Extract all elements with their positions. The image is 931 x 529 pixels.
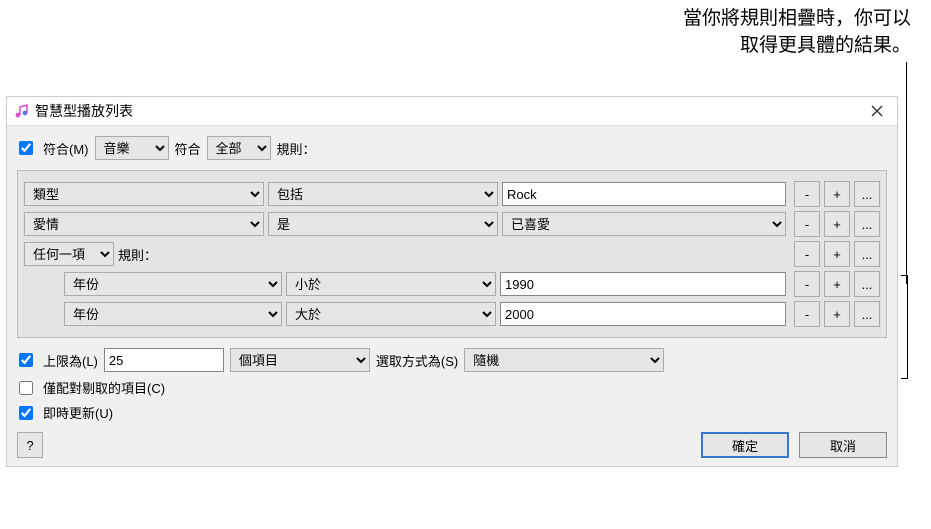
- rule-value-input[interactable]: [502, 182, 786, 206]
- match-middle-label: 符合: [175, 139, 201, 158]
- remove-rule-button[interactable]: -: [794, 241, 820, 267]
- rule-operator-select[interactable]: 小於: [286, 272, 496, 296]
- limit-value-input[interactable]: [104, 348, 224, 372]
- callout-vline: [906, 62, 907, 284]
- annotation-line2: 取得更具體的結果。: [683, 33, 911, 60]
- live-update-row: 即時更新(U): [17, 403, 887, 422]
- limit-label: 上限為(L): [43, 351, 98, 370]
- remove-rule-button[interactable]: -: [794, 181, 820, 207]
- ok-button[interactable]: 確定: [701, 432, 789, 458]
- close-button[interactable]: [863, 101, 891, 121]
- more-rule-button[interactable]: ...: [854, 271, 880, 297]
- rule-operator-select[interactable]: 大於: [286, 302, 496, 326]
- live-update-checkbox[interactable]: [19, 406, 33, 420]
- add-rule-button[interactable]: +: [824, 301, 850, 327]
- rule-operator-select[interactable]: 是: [268, 212, 498, 236]
- selected-by-label: 選取方式為(S): [376, 351, 458, 370]
- nested-rule-header: 任何一項 規則： - + ...: [24, 241, 880, 267]
- rule-field-select[interactable]: 年份: [64, 302, 282, 326]
- only-checked-row: 僅配對剔取的項目(C): [17, 378, 887, 397]
- match-suffix: 規則：: [277, 139, 316, 158]
- rule-row: 類型 包括 - + ...: [24, 181, 880, 207]
- rule-field-select[interactable]: 愛情: [24, 212, 264, 236]
- annotation-text: 當你將規則相疊時，你可以 取得更具體的結果。: [683, 6, 911, 59]
- app-icon: [13, 103, 29, 119]
- match-checkbox[interactable]: [19, 141, 33, 155]
- options-section: 上限為(L) 個項目 選取方式為(S) 隨機 僅配對剔取的項目(C) 即時更新(…: [17, 348, 887, 422]
- add-rule-button[interactable]: +: [824, 181, 850, 207]
- limit-row: 上限為(L) 個項目 選取方式為(S) 隨機: [17, 348, 887, 372]
- limit-unit-select[interactable]: 個項目: [230, 348, 370, 372]
- rule-value-input[interactable]: [500, 302, 786, 326]
- rule-value-input[interactable]: [500, 272, 786, 296]
- only-checked-checkbox[interactable]: [19, 381, 33, 395]
- rules-panel: 類型 包括 - + ... 愛情 是: [17, 170, 887, 338]
- nested-rule-row: 年份 小於 - + ...: [64, 271, 880, 297]
- match-label: 符合(M): [43, 139, 89, 158]
- dialog-body: 符合(M) 音樂 符合 全部 規則： 類型 包括 -: [7, 126, 897, 466]
- live-update-label: 即時更新(U): [43, 403, 113, 422]
- only-checked-label: 僅配對剔取的項目(C): [43, 378, 165, 397]
- limit-checkbox[interactable]: [19, 353, 33, 367]
- rule-value-select[interactable]: 已喜愛: [502, 212, 786, 236]
- remove-rule-button[interactable]: -: [794, 301, 820, 327]
- help-button[interactable]: ?: [17, 432, 43, 458]
- rule-field-select[interactable]: 年份: [64, 272, 282, 296]
- match-row: 符合(M) 音樂 符合 全部 規則：: [17, 136, 887, 160]
- cancel-button[interactable]: 取消: [799, 432, 887, 458]
- dialog-title: 智慧型播放列表: [35, 101, 863, 121]
- more-rule-button[interactable]: ...: [854, 181, 880, 207]
- annotation-line1: 當你將規則相疊時，你可以: [683, 6, 911, 33]
- nested-suffix: 規則：: [118, 245, 157, 264]
- match-source-select[interactable]: 音樂: [95, 136, 169, 160]
- nested-rule-bracket: [906, 275, 908, 379]
- rule-field-select[interactable]: 類型: [24, 182, 264, 206]
- add-rule-button[interactable]: +: [824, 271, 850, 297]
- rule-operator-select[interactable]: 包括: [268, 182, 498, 206]
- more-rule-button[interactable]: ...: [854, 301, 880, 327]
- remove-rule-button[interactable]: -: [794, 211, 820, 237]
- selected-by-select[interactable]: 隨機: [464, 348, 664, 372]
- dialog-footer: ? 確定 取消: [17, 432, 887, 458]
- title-bar: 智慧型播放列表: [7, 97, 897, 126]
- add-rule-button[interactable]: +: [824, 211, 850, 237]
- remove-rule-button[interactable]: -: [794, 271, 820, 297]
- more-rule-button[interactable]: ...: [854, 241, 880, 267]
- nested-condition-select[interactable]: 任何一項: [24, 242, 114, 266]
- nested-rule-row: 年份 大於 - + ...: [64, 301, 880, 327]
- match-condition-select[interactable]: 全部: [207, 136, 271, 160]
- smart-playlist-dialog: 智慧型播放列表 符合(M) 音樂 符合 全部 規則： 類型: [6, 96, 898, 467]
- rule-row: 愛情 是 已喜愛 - + ...: [24, 211, 880, 237]
- more-rule-button[interactable]: ...: [854, 211, 880, 237]
- add-rule-button[interactable]: +: [824, 241, 850, 267]
